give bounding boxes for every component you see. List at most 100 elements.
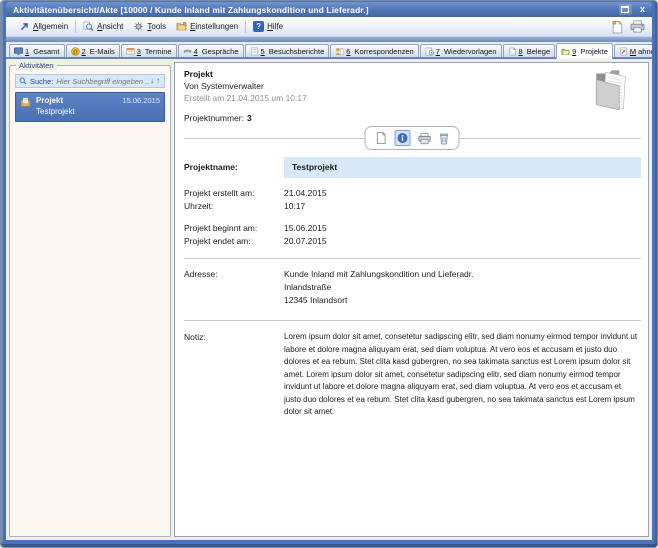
activities-group-label: Aktivitäten	[16, 61, 57, 70]
menu-label: Tools	[147, 22, 166, 31]
window-controls: x	[619, 4, 648, 15]
trash-icon	[438, 132, 449, 145]
folder-settings-icon	[176, 21, 187, 32]
field-label: Uhrzeit:	[184, 200, 284, 213]
list-item-title: Projekt	[36, 96, 63, 105]
project-note-icon	[20, 97, 31, 108]
field-value: 10:17	[284, 200, 641, 213]
address-lines: Kunde Inland mit Zahlungskondition und L…	[284, 268, 641, 307]
tab-korrespondenzen[interactable]: 6 Korrespondenzen	[330, 44, 418, 57]
field-row-uhrzeit: Uhrzeit: 10:17	[175, 200, 648, 213]
project-number-value: 3	[247, 113, 252, 123]
print-record-button[interactable]	[417, 132, 431, 145]
list-item-date: 15.06.2015	[122, 96, 160, 105]
menu-separator	[245, 21, 246, 33]
restore-button[interactable]	[619, 4, 632, 15]
print-button[interactable]	[630, 20, 645, 33]
field-row-adresse: Adresse: Kunde Inland mit Zahlungskondit…	[175, 268, 648, 307]
info-button[interactable]	[394, 130, 410, 146]
toolbar-row	[175, 124, 648, 154]
menu-hilfe[interactable]: ? Hilfe	[248, 19, 288, 34]
menu-allgemein[interactable]: Allgemein	[14, 19, 73, 34]
dunning-document-icon	[619, 47, 628, 56]
quick-actions	[611, 20, 645, 34]
field-value: 15.06.2015	[284, 222, 641, 235]
menu-tools[interactable]: Tools	[128, 19, 171, 34]
menu-einstellungen[interactable]: Einstellungen	[171, 19, 243, 34]
folder-icon	[589, 66, 639, 112]
arrow-up-right-icon	[19, 21, 30, 32]
search-prev-button[interactable]: ↑	[155, 76, 161, 86]
calendar-icon	[126, 47, 135, 56]
tab-besuchsberichte[interactable]: 5 Besuchsberichte	[245, 44, 330, 57]
menu-label: Ansicht	[97, 22, 123, 31]
clock-document-icon	[425, 47, 434, 56]
correspondence-icon	[335, 47, 344, 56]
activity-list-item[interactable]: Projekt 15.06.2015 Testprojekt	[15, 92, 165, 122]
tab-bar: 1 Gesamt @ 2 E-Mails 3 Termine 4 Gespräc…	[6, 42, 652, 59]
menu-label: Hilfe	[267, 22, 283, 31]
new-record-button[interactable]	[374, 131, 387, 145]
menubar: Allgemein Ansicht Tools Einstellungen ? …	[6, 17, 652, 37]
field-row-projektname: Projektname: Testprojekt	[175, 157, 648, 178]
tab-gesamt[interactable]: 1 Gesamt	[9, 44, 65, 57]
menu-label: Allgemein	[33, 22, 68, 31]
search-input[interactable]	[56, 77, 149, 86]
field-row-beginn: Projekt beginnt am: 15.06.2015	[175, 222, 648, 235]
field-value: 21.04.2015	[284, 187, 641, 200]
detail-author: Von Systemverwalter	[184, 81, 640, 91]
overview-icon	[14, 47, 23, 56]
help-icon: ?	[253, 21, 264, 32]
project-number-row: Projektnummer:3	[175, 103, 648, 123]
receipt-icon	[508, 47, 517, 56]
field-value: 20.07.2015	[284, 235, 641, 248]
gear-icon	[133, 21, 144, 32]
note-text: Lorem ipsum dolor sit amet, consetetur s…	[284, 331, 641, 419]
blank-document-icon	[374, 131, 387, 145]
restore-icon	[621, 6, 629, 13]
detail-panel: Projekt Von Systemverwalter Erstellt am …	[174, 62, 649, 537]
detail-created-line: Erstellt am 21.04.2015 um 10:17	[184, 93, 640, 103]
field-label: Notiz:	[184, 331, 284, 419]
project-number-label: Projektnummer:	[184, 113, 244, 123]
window-title: Aktivitätenübersicht/Akte [10000 / Kunde…	[13, 5, 619, 15]
address-line: Kunde Inland mit Zahlungskondition und L…	[284, 268, 641, 281]
field-row-notiz: Notiz: Lorem ipsum dolor sit amet, conse…	[175, 331, 648, 419]
detail-title: Projekt	[184, 69, 640, 79]
address-line: 12345 Inlandsort	[284, 294, 641, 307]
tab-mahndokumente[interactable]: Mahndokumente	[614, 44, 652, 57]
field-label: Projekt beginnt am:	[184, 222, 284, 235]
close-button[interactable]: x	[637, 4, 648, 15]
record-toolbar	[364, 126, 459, 150]
menu-ansicht[interactable]: Ansicht	[78, 19, 128, 34]
tab-emails[interactable]: @ 2 E-Mails	[66, 44, 120, 57]
detail-header: Projekt Von Systemverwalter Erstellt am …	[175, 63, 648, 103]
tab-gespraeche[interactable]: 4 Gespräche	[178, 44, 244, 57]
email-icon: @	[71, 47, 80, 56]
search-icon	[19, 77, 27, 85]
search-label: Suche:	[30, 77, 53, 86]
field-label: Projektname:	[184, 161, 284, 174]
field-row-erstellt: Projekt erstellt am: 21.04.2015	[175, 187, 648, 200]
tab-belege[interactable]: 8 Belege	[503, 44, 556, 57]
field-row-ende: Projekt endet am: 20.07.2015	[175, 235, 648, 248]
field-label: Adresse:	[184, 268, 284, 307]
field-label: Projekt endet am:	[184, 235, 284, 248]
report-icon	[250, 47, 259, 56]
divider	[184, 320, 641, 321]
window-body: Allgemein Ansicht Tools Einstellungen ? …	[6, 17, 652, 540]
new-document-button[interactable]	[611, 20, 623, 34]
tab-termine[interactable]: 3 Termine	[121, 44, 177, 57]
phone-icon	[183, 47, 192, 56]
titlebar: Aktivitätenübersicht/Akte [10000 / Kunde…	[6, 2, 652, 17]
field-label: Projekt erstellt am:	[184, 187, 284, 200]
delete-button[interactable]	[438, 132, 449, 145]
info-icon	[396, 132, 408, 144]
tab-projekte[interactable]: 9 Projekte	[556, 43, 613, 59]
project-folder-icon	[561, 47, 570, 56]
printer-icon	[417, 132, 431, 145]
content-area: Aktivitäten Suche: ↓ ↑ Projekt 15.06.201…	[6, 59, 652, 540]
tab-wiedervorlagen[interactable]: 7 Wiedervorlagen	[420, 44, 502, 57]
menu-label: Einstellungen	[190, 22, 238, 31]
list-item-header: Projekt 15.06.2015	[36, 96, 160, 105]
